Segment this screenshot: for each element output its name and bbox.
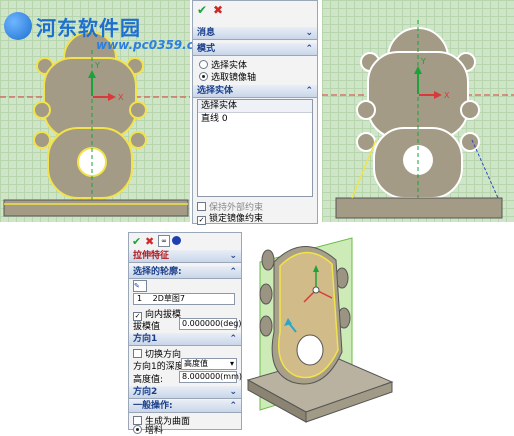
height-label: 高度值: <box>133 375 164 385</box>
section-profile[interactable]: 选择的轮廓: ⌃ <box>129 266 241 279</box>
watermark-title: 河东软件园 <box>36 16 141 40</box>
right-y-axis-label: Y <box>420 57 426 66</box>
chevron-up-icon: ⌃ <box>229 267 237 277</box>
section-profile-label: 选择的轮廓: <box>133 267 182 277</box>
dropdown-arrow-icon: ▾ <box>229 359 234 368</box>
chevron-up-icon: ⌃ <box>305 86 313 96</box>
site-logo <box>4 12 32 40</box>
watermark-url: www.pc0359.cn <box>96 38 203 52</box>
sketch-picker-button[interactable]: ✎ <box>133 280 147 292</box>
checkmark-icon: ✔ <box>132 235 142 248</box>
depth-select[interactable]: 高度值 ▾ <box>181 358 237 370</box>
sketch-right-drawing: X Y <box>322 20 514 219</box>
right-x-axis-label: X <box>444 91 450 100</box>
mode-option-label: 选取镜像轴 <box>211 73 257 83</box>
sketch-icon: ✎ <box>134 282 140 290</box>
checkmark-icon: ✔ <box>197 3 208 17</box>
checkbox-checked-icon: ✓ <box>197 216 206 225</box>
extrude-property-panel: ✔ ✖ ∞ 拉伸特征 ⌄ 选择的轮廓: ⌃ ✎ 1 2D草图7 ✓ 向内拔模 拔模… <box>128 232 242 436</box>
section-message[interactable]: 消息 ⌄ <box>193 27 317 40</box>
add-material-radio[interactable]: 增料 <box>133 423 163 436</box>
cancel-button[interactable]: ✖ <box>213 3 223 17</box>
chevron-up-icon: ⌃ <box>305 44 313 54</box>
chevron-down-icon: ⌄ <box>229 251 237 261</box>
section-general[interactable]: 一般操作: ⌃ <box>129 400 241 413</box>
checkbox-icon <box>197 202 206 211</box>
draft-value-field[interactable]: 0.000000(deg) <box>179 318 242 330</box>
section-direction1-label: 方向1 <box>133 334 158 344</box>
checkbox-icon <box>133 349 142 358</box>
draft-label: 拔模值 <box>133 322 161 332</box>
section-general-label: 一般操作: <box>133 401 173 411</box>
close-icon: ✖ <box>213 3 224 17</box>
sketch-canvas-right[interactable]: X Y <box>322 0 514 222</box>
section-direction2-label: 方向2 <box>133 387 158 397</box>
cancel-button[interactable]: ✖ <box>145 235 154 248</box>
close-icon: ✖ <box>145 235 155 248</box>
left-x-axis-label: X <box>118 93 124 102</box>
left-y-axis-label: Y <box>94 61 100 70</box>
section-direction2[interactable]: 方向2 ⌄ <box>129 386 241 399</box>
extrude-3d-viewport[interactable] <box>244 232 394 428</box>
extrude-3d-drawing <box>246 237 394 423</box>
mode-option-select-mirror-axis[interactable]: 选取镜像轴 <box>199 70 256 83</box>
radio-button-selected-icon <box>199 72 208 81</box>
lock-mirror-constraint-label: 锁定镜像约束 <box>209 214 264 224</box>
radio-button-icon <box>199 60 208 69</box>
section-direction1[interactable]: 方向1 ⌃ <box>129 333 241 346</box>
profile-list[interactable]: 1 2D草图7 <box>133 293 235 305</box>
radio-button-selected-icon <box>133 425 142 434</box>
chevron-up-icon: ⌃ <box>229 334 237 344</box>
chevron-down-icon: ⌄ <box>305 28 313 38</box>
section-select-entity-label: 选择实体 <box>197 86 234 96</box>
panel-title-label: 拉伸特征 <box>133 251 170 261</box>
mirror-property-panel: ✔ ✖ 消息 ⌄ 模式 ⌃ 选择实体 选取镜像轴 选择实体 ⌃ 选择实体 直线 … <box>192 0 318 225</box>
chevron-up-icon: ⌃ <box>229 401 237 411</box>
lock-mirror-constraint-checkbox[interactable]: ✓ 锁定镜像约束 <box>197 211 263 225</box>
entity-list[interactable]: 选择实体 直线 0 <box>197 99 313 197</box>
preview-button[interactable]: ∞ <box>158 235 170 247</box>
confirm-button[interactable]: ✔ <box>197 3 207 17</box>
confirm-button[interactable]: ✔ <box>132 235 141 248</box>
profile-index: 1 <box>137 294 143 303</box>
glasses-icon: ∞ <box>161 237 167 245</box>
panel-title: 拉伸特征 ⌄ <box>129 250 241 263</box>
depth-select-value: 高度值 <box>184 359 208 368</box>
height-value-field[interactable]: 8.000000(mm) <box>179 371 242 383</box>
help-button[interactable] <box>172 236 181 245</box>
depth-label: 方向1的深度 <box>133 362 184 372</box>
section-mode[interactable]: 模式 ⌃ <box>193 43 317 56</box>
section-select-entity[interactable]: 选择实体 ⌃ <box>193 85 317 98</box>
list-item[interactable]: 直线 0 <box>198 113 312 125</box>
entity-list-header: 选择实体 <box>198 100 312 113</box>
profile-name: 2D草图7 <box>152 294 185 303</box>
chevron-down-icon: ⌄ <box>229 387 237 397</box>
section-message-label: 消息 <box>197 28 216 38</box>
section-mode-label: 模式 <box>197 44 216 54</box>
